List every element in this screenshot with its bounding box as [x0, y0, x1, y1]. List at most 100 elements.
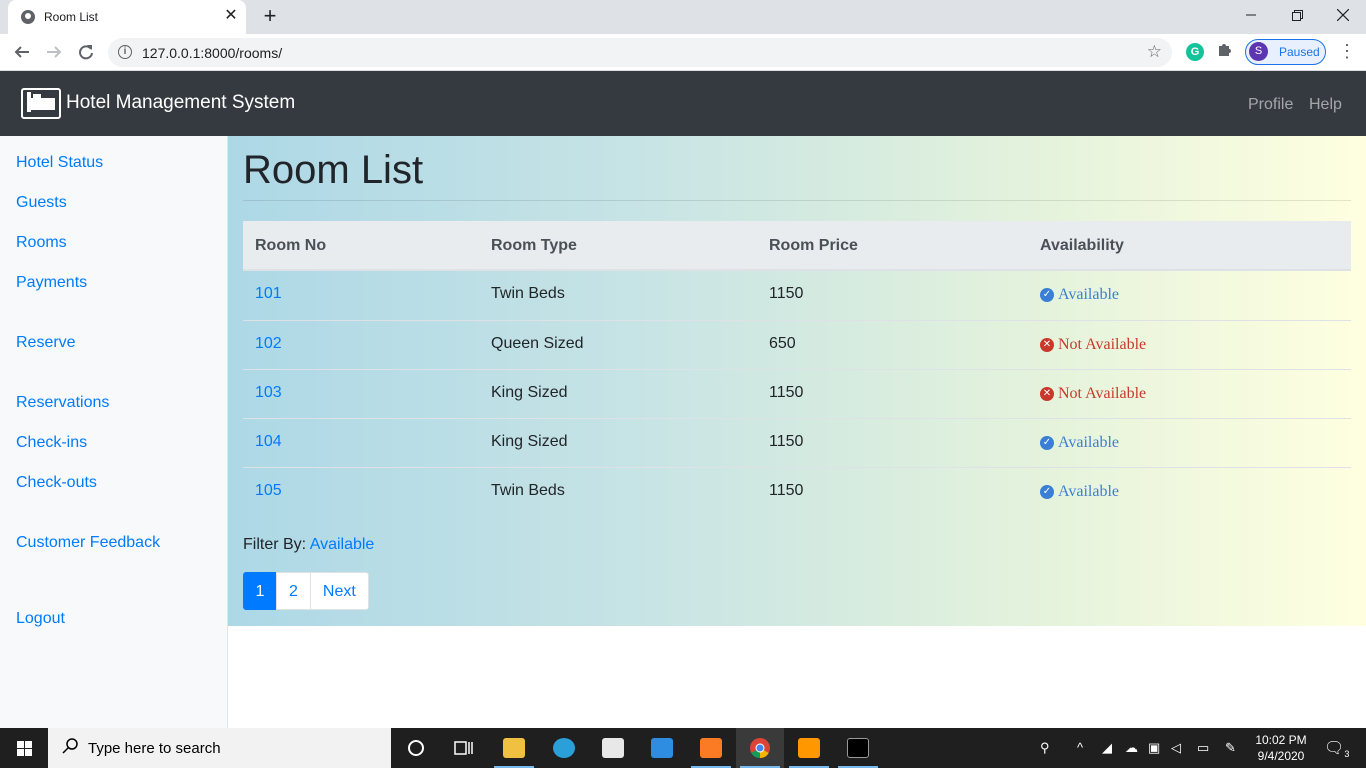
- availability-text: Not Available: [1058, 385, 1147, 402]
- room-number-link[interactable]: 104: [255, 433, 282, 451]
- sidebar-item-check-ins[interactable]: Check-ins: [16, 434, 87, 452]
- sublime-text-icon[interactable]: [785, 728, 833, 768]
- restore-icon[interactable]: [1274, 0, 1320, 30]
- back-icon[interactable]: [10, 40, 34, 64]
- search-placeholder: Type here to search: [88, 740, 221, 757]
- task-view-icon[interactable]: [440, 728, 488, 768]
- chrome-icon[interactable]: [736, 728, 784, 768]
- room-price: 1150: [769, 384, 804, 401]
- room-type: Twin Beds: [491, 482, 565, 499]
- room-table: Room No Room Type Room Price Availabilit…: [243, 221, 1351, 516]
- clock-time: 10:02 PM: [1255, 733, 1307, 747]
- grammarly-extension-icon[interactable]: G: [1186, 43, 1204, 61]
- sidebar-item-hotel-status[interactable]: Hotel Status: [16, 154, 103, 172]
- browser-menu-icon[interactable]: ⋮: [1338, 41, 1356, 62]
- sidebar: Hotel Status Guests Rooms Payments Reser…: [0, 136, 228, 728]
- availability-status: ✕ Not Available: [1040, 336, 1146, 354]
- file-explorer-icon[interactable]: [490, 728, 538, 768]
- profile-status: Paused: [1279, 45, 1320, 59]
- edge-icon[interactable]: [540, 728, 588, 768]
- page-1-button[interactable]: 1: [243, 572, 277, 610]
- taskbar-clock[interactable]: 10:02 PM 9/4/2020: [1252, 732, 1310, 764]
- filter-label: Filter By:: [243, 536, 307, 553]
- mail-icon[interactable]: [638, 728, 686, 768]
- avatar: S: [1249, 42, 1268, 61]
- extensions-puzzle-icon[interactable]: [1217, 41, 1233, 62]
- x-circle-icon: ✕: [1040, 387, 1054, 401]
- availability-text: Available: [1058, 483, 1120, 500]
- onedrive-icon[interactable]: ☁: [1125, 740, 1138, 756]
- security-icon[interactable]: ▣: [1148, 740, 1160, 756]
- tab-title: Room List: [44, 10, 99, 24]
- sidebar-item-check-outs[interactable]: Check-outs: [16, 474, 97, 492]
- table-row: 105 Twin Beds 1150 ✓ Available: [243, 467, 1351, 516]
- wifi-icon[interactable]: ◢: [1102, 740, 1112, 756]
- chevron-up-icon[interactable]: ^: [1077, 740, 1083, 755]
- room-number-link[interactable]: 101: [255, 285, 282, 303]
- sidebar-item-customer-feedback[interactable]: Customer Feedback: [16, 534, 160, 552]
- site-info-icon[interactable]: i: [118, 45, 132, 59]
- room-type: Twin Beds: [491, 285, 565, 302]
- room-number-link[interactable]: 102: [255, 335, 282, 353]
- sidebar-item-payments[interactable]: Payments: [16, 274, 87, 292]
- room-type: King Sized: [491, 433, 568, 450]
- sidebar-item-logout[interactable]: Logout: [16, 610, 65, 628]
- room-price: 1150: [769, 433, 804, 450]
- room-number-link[interactable]: 105: [255, 482, 282, 500]
- availability-text: Available: [1058, 286, 1120, 303]
- table-row: 104 King Sized 1150 ✓ Available: [243, 418, 1351, 467]
- store-icon[interactable]: [589, 728, 637, 768]
- notification-center-icon[interactable]: 🗨3: [1324, 738, 1349, 759]
- column-header-availability: Availability: [1040, 237, 1124, 254]
- page-2-button[interactable]: 2: [276, 572, 311, 610]
- column-header-room-type: Room Type: [491, 237, 577, 254]
- table-row: 103 King Sized 1150 ✕ Not Available: [243, 369, 1351, 418]
- windows-start-icon[interactable]: [0, 728, 48, 768]
- next-page-button[interactable]: Next: [309, 572, 369, 610]
- pagination: 1 2 Next: [243, 572, 369, 610]
- minimize-icon[interactable]: [1228, 0, 1274, 30]
- check-circle-icon: ✓: [1040, 288, 1054, 302]
- sidebar-item-rooms[interactable]: Rooms: [16, 234, 67, 252]
- availability-status: ✓ Available: [1040, 483, 1119, 501]
- browser-toolbar: i 127.0.0.1:8000/rooms/ ☆: [0, 34, 1366, 71]
- close-tab-icon[interactable]: ✕: [222, 7, 240, 25]
- column-header-room-no: Room No: [255, 237, 327, 254]
- windows-taskbar: Type here to search ⚲ ^ ◢ ☁ ▣ ◁ ▭ ✎ 10:0…: [0, 728, 1366, 768]
- sidebar-item-reservations[interactable]: Reservations: [16, 394, 109, 412]
- pen-icon[interactable]: ✎: [1225, 740, 1236, 756]
- cortana-icon[interactable]: [392, 728, 440, 768]
- app-navbar: Hotel Management System Profile Help: [0, 71, 1366, 136]
- taskbar-search-input[interactable]: Type here to search: [48, 728, 391, 768]
- profile-button[interactable]: S Paused: [1245, 39, 1326, 65]
- table-header: Room No Room Type Room Price Availabilit…: [243, 221, 1351, 271]
- nav-help-link[interactable]: Help: [1309, 96, 1342, 114]
- sidebar-item-reserve[interactable]: Reserve: [16, 334, 76, 352]
- url-text[interactable]: 127.0.0.1:8000/rooms/: [142, 45, 282, 61]
- new-tab-button[interactable]: +: [258, 4, 282, 28]
- terminal-icon[interactable]: [834, 728, 882, 768]
- xampp-icon[interactable]: [687, 728, 735, 768]
- room-type: King Sized: [491, 384, 568, 401]
- globe-icon: [21, 10, 35, 24]
- availability-status: ✓ Available: [1040, 434, 1119, 452]
- bookmark-star-icon[interactable]: ☆: [1147, 42, 1162, 62]
- battery-icon[interactable]: ▭: [1197, 740, 1209, 756]
- window-close-icon[interactable]: [1320, 0, 1366, 30]
- brand-title[interactable]: Hotel Management System: [66, 92, 295, 114]
- volume-icon[interactable]: ◁: [1171, 740, 1181, 756]
- main-content: Room List Room No Room Type Room Price A…: [228, 136, 1366, 626]
- nav-profile-link[interactable]: Profile: [1248, 96, 1293, 114]
- reload-icon[interactable]: [74, 40, 98, 64]
- bed-logo-icon[interactable]: [21, 88, 61, 119]
- room-number-link[interactable]: 103: [255, 384, 282, 402]
- table-row: 101 Twin Beds 1150 ✓ Available: [243, 271, 1351, 320]
- check-circle-icon: ✓: [1040, 485, 1054, 499]
- browser-tab[interactable]: Room List ✕: [8, 0, 246, 34]
- sidebar-item-guests[interactable]: Guests: [16, 194, 67, 212]
- filter-available-link[interactable]: Available: [310, 536, 375, 553]
- search-icon: [62, 738, 78, 759]
- address-bar[interactable]: i 127.0.0.1:8000/rooms/ ☆: [108, 38, 1172, 67]
- forward-icon[interactable]: [42, 40, 66, 64]
- people-icon[interactable]: ⚲: [1040, 740, 1050, 756]
